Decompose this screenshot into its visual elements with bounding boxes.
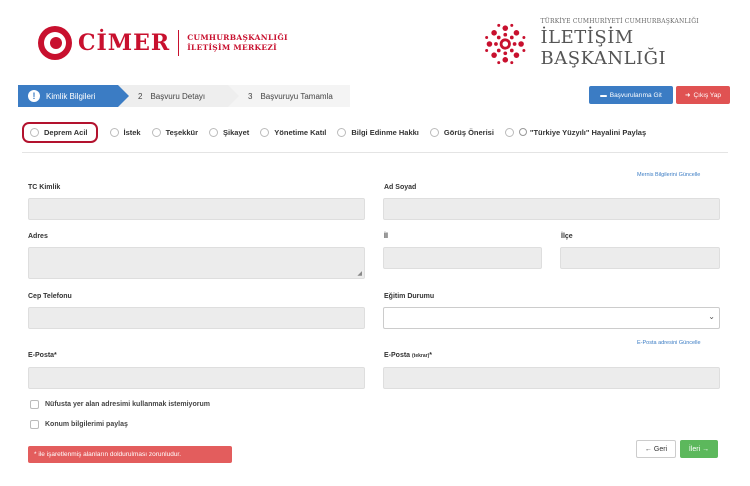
mernis-update-link[interactable]: Mernis Bilgilerini Güncelle [637, 172, 700, 178]
exclamation-icon: ! [28, 90, 40, 102]
type-label: Teşekkür [165, 127, 198, 137]
type-label: Görüş Önerisi [443, 127, 494, 137]
cimer-subtitle: CUMHURBAŞKANLIĞI İLETİŞİM MERKEZİ [187, 33, 288, 53]
step-number: 3 [248, 91, 253, 101]
cimer-wordmark: CİMER [78, 30, 171, 56]
il-label: İl [384, 233, 388, 240]
adres-textarea[interactable]: ◢ [28, 247, 365, 279]
type-label: "Türkiye Yüzyılı" Hayalini Paylaş [529, 127, 647, 137]
nufus-adres-checkbox-row[interactable]: Nüfusta yer alan adresimi kullanmak iste… [30, 400, 210, 409]
radio-button[interactable] [504, 127, 514, 137]
step-label: Kimlik Bilgileri [46, 91, 96, 101]
adres-label: Adres [28, 233, 48, 240]
type-label: Şikayet [223, 127, 250, 137]
nufus-adres-checkbox-label: Nüfusta yer alan adresimi kullanmak iste… [45, 401, 210, 408]
basvurularima-git-button[interactable]: ▬ Başvurularıma Git [589, 86, 673, 104]
type-label: Yönetime Katıl [274, 127, 327, 137]
cimer-subtitle-line2: İLETİŞİM MERKEZİ [187, 43, 277, 52]
konum-checkbox[interactable] [30, 420, 39, 429]
konum-checkbox-label: Konum bilgilerimi paylaş [45, 421, 128, 428]
ilce-input[interactable] [560, 247, 720, 269]
ib-top-line: TÜRKİYE CUMHURİYETİ CUMHURBAŞKANLIĞI [540, 18, 699, 25]
type-deprem-acil[interactable]: Deprem Acil [22, 121, 98, 143]
nufus-adres-checkbox[interactable] [30, 400, 39, 409]
cimer-subtitle-line1: CUMHURBAŞKANLIĞI [187, 33, 288, 42]
ileri-button[interactable]: İleri → [680, 440, 718, 458]
type-istek[interactable]: İstek [109, 127, 141, 137]
type-bilgi-edinme-hakki[interactable]: Bilgi Edinme Hakkı [337, 127, 419, 137]
radio-button[interactable] [30, 127, 39, 137]
ileri-label: İleri [688, 445, 701, 453]
application-type-options: Deprem Acil İstek Teşekkür Şikayet Yönet… [22, 120, 657, 144]
email-update-link[interactable]: E-Posta adresini Güncelle [637, 340, 701, 346]
radio-button[interactable] [260, 127, 270, 137]
turkiye-yuzyili-icon [518, 128, 527, 136]
eposta-label: E-Posta* [28, 352, 57, 359]
il-input[interactable] [383, 247, 542, 269]
folder-icon: ▬ [600, 91, 607, 99]
cep-telefonu-input[interactable] [28, 307, 365, 329]
eposta-tekrar-small: (tekrar) [412, 353, 430, 359]
step-label: Başvuru Detayı [150, 91, 206, 101]
radio-button[interactable] [209, 127, 218, 137]
radio-button[interactable] [109, 127, 119, 137]
type-gorus-onerisi[interactable]: Görüş Önerisi [429, 127, 494, 137]
eposta-tekrar-input[interactable] [383, 367, 720, 389]
cimer-emblem-icon [38, 26, 72, 60]
eposta-input[interactable] [28, 367, 365, 389]
cikis-yap-button[interactable]: ➜ Çıkış Yap [676, 86, 730, 104]
radio-button[interactable] [429, 127, 439, 137]
tc-kimlik-input[interactable] [28, 198, 365, 220]
ib-main-line: İLETİŞİM BAŞKANLIĞI [540, 27, 667, 69]
chevron-down-icon: ⌄ [708, 312, 715, 321]
page-header: CİMER CUMHURBAŞKANLIĞI İLETİŞİM MERKEZİ [0, 0, 750, 80]
step-label: Başvuruyu Tamamla [260, 91, 333, 101]
konum-checkbox-row[interactable]: Konum bilgilerimi paylaş [30, 420, 128, 429]
eposta-tekrar-main: E-Posta [384, 352, 411, 359]
section-divider [22, 152, 728, 153]
step-basvuru-detayi[interactable]: 2 Başvuru Detayı [118, 85, 239, 107]
geri-button[interactable]: ← Geri [636, 440, 676, 458]
iletisim-baskanligi-logo[interactable]: TÜRKİYE CUMHURİYETİ CUMHURBAŞKANLIĞI İLE… [482, 18, 750, 69]
tc-kimlik-label: TC Kimlik [28, 184, 61, 191]
cikis-yap-label: Çıkış Yap [693, 91, 722, 99]
required-fields-note: * ile işaretlenmiş alanların doldurulmas… [28, 446, 232, 463]
step-number: 2 [138, 91, 143, 101]
cep-telefonu-label: Cep Telefonu [28, 293, 72, 300]
ad-soyad-input[interactable] [383, 198, 720, 220]
type-tesekkur[interactable]: Teşekkür [151, 127, 198, 137]
type-yonetime-katil[interactable]: Yönetime Katıl [260, 127, 327, 137]
type-label: Bilgi Edinme Hakkı [351, 127, 419, 137]
arrow-left-icon: ← [644, 445, 652, 453]
wizard-steps: ! Kimlik Bilgileri 2 Başvuru Detayı 3 Ba… [18, 85, 350, 107]
radio-button[interactable] [337, 127, 347, 137]
arrow-right-icon: → [702, 445, 710, 453]
radio-button[interactable] [151, 127, 161, 137]
resize-handle-icon[interactable]: ◢ [357, 270, 362, 277]
type-label: Deprem Acil [44, 127, 88, 137]
step-kimlik-bilgileri[interactable]: ! Kimlik Bilgileri [18, 85, 129, 107]
type-turkiye-yuzyili[interactable]: "Türkiye Yüzyılı" Hayalini Paylaş [504, 127, 647, 137]
cimer-divider [178, 30, 180, 56]
type-sikayet[interactable]: Şikayet [209, 127, 250, 137]
iletisim-baskanligi-text: TÜRKİYE CUMHURİYETİ CUMHURBAŞKANLIĞI İLE… [541, 18, 750, 69]
eposta-tekrar-star: * [429, 352, 432, 359]
geri-label: Geri [653, 445, 668, 453]
step-basvuruyu-tamamla[interactable]: 3 Başvuruyu Tamamla [228, 85, 350, 107]
basvurularima-git-label: Başvurularıma Git [609, 91, 662, 99]
ilce-label: İlçe [561, 233, 573, 240]
cimer-logo[interactable]: CİMER CUMHURBAŞKANLIĞI İLETİŞİM MERKEZİ [38, 26, 288, 60]
type-label: İstek [123, 127, 141, 137]
ad-soyad-label: Ad Soyad [384, 184, 417, 191]
eposta-tekrar-label: E-Posta (tekrar)* [384, 352, 432, 359]
presidential-seal-icon [485, 23, 526, 64]
egitim-durumu-select[interactable]: ⌄ [383, 307, 720, 329]
logout-icon: ➜ [684, 92, 691, 99]
egitim-durumu-label: Eğitim Durumu [384, 293, 435, 300]
